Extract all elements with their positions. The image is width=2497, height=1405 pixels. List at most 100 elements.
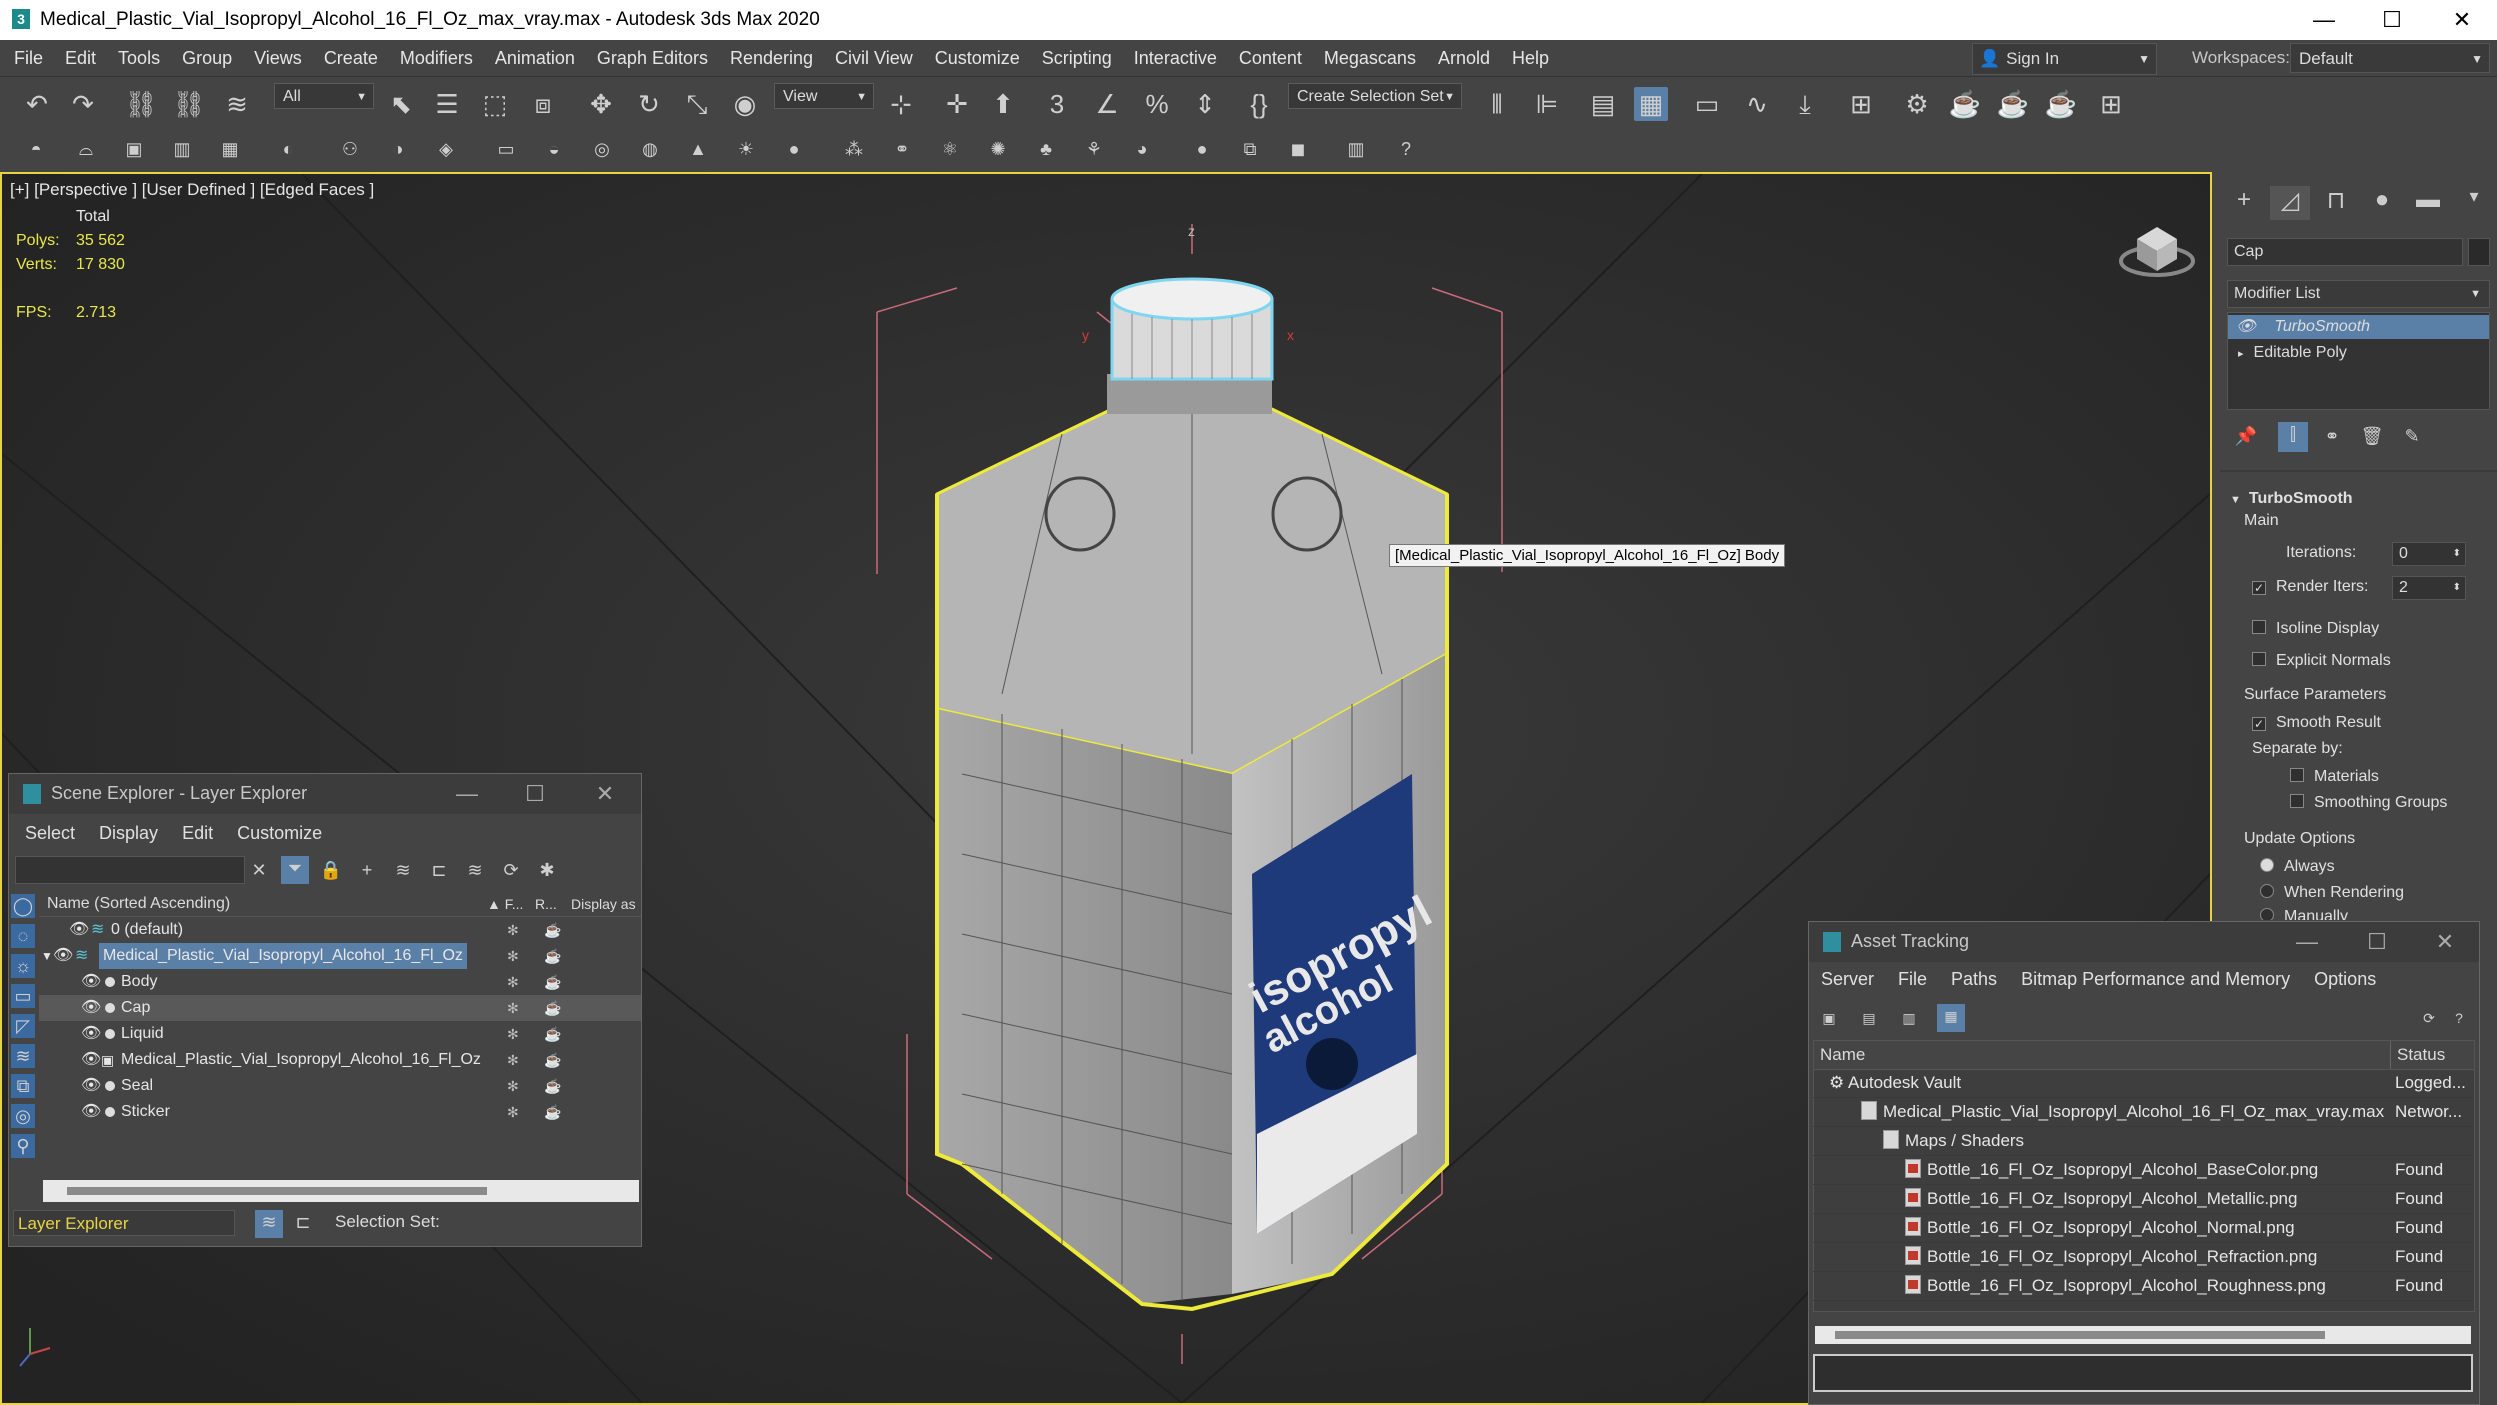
menu-views[interactable]: Views (243, 40, 313, 76)
foliage-icon[interactable]: ♣ (1034, 137, 1058, 161)
menu-edit[interactable]: Edit (54, 40, 107, 76)
asset-row-max-file[interactable]: Medical_Plastic_Vial_Isopropyl_Alcohol_1… (1813, 1098, 2473, 1127)
viewport-label[interactable]: [+] [Perspective ] [User Defined ] [Edge… (10, 180, 374, 200)
object-row-seal[interactable]: 👁 Seal ✻ ☕ (39, 1073, 641, 1099)
display-geometry-icon[interactable]: ◯ (11, 894, 35, 918)
environment-icon[interactable]: ● (1190, 137, 1214, 161)
spinner-snap-icon[interactable]: ⇕ (1188, 87, 1222, 121)
eye-icon[interactable]: 👁 (81, 969, 101, 995)
remove-modifier-icon[interactable]: 🗑 (2360, 424, 2384, 448)
always-radio[interactable]: Always (2260, 858, 2335, 876)
display-groups-icon[interactable]: ⧉ (11, 1074, 35, 1098)
scale-icon[interactable]: ⤡ (680, 87, 714, 121)
checkbox-checked[interactable]: ✓ (2252, 717, 2266, 731)
omni-light-icon[interactable]: ● (782, 137, 806, 161)
freeze-icon[interactable]: ✻ (507, 1021, 519, 1047)
menu-modifiers[interactable]: Modifiers (389, 40, 484, 76)
scrollbar-thumb[interactable] (67, 1187, 487, 1195)
checkbox-unchecked[interactable] (2290, 768, 2304, 782)
layers-icon[interactable]: ≋ (391, 858, 415, 882)
menu-edit[interactable]: Edit (170, 816, 225, 850)
menu-content[interactable]: Content (1228, 40, 1313, 76)
create-helper-icon[interactable]: ◑ (386, 137, 410, 161)
freeze-icon[interactable]: ✻ (507, 969, 519, 995)
batch-render-icon[interactable]: ▥ (1344, 137, 1368, 161)
close-button[interactable]: ✕ (591, 780, 619, 808)
move-icon[interactable]: ✥ (584, 87, 618, 121)
undo-icon[interactable]: ↶ (20, 87, 54, 121)
asset-row-roughness[interactable]: Bottle_16_Fl_Oz_Isopropyl_Alcohol_Roughn… (1813, 1272, 2473, 1301)
manually-radio[interactable]: Manually (2260, 908, 2348, 920)
menu-graph-editors[interactable]: Graph Editors (586, 40, 719, 76)
asset-row-metallic[interactable]: Bottle_16_Fl_Oz_Isopropyl_Alcohol_Metall… (1813, 1185, 2473, 1214)
eye-icon[interactable]: 👁 (69, 917, 89, 943)
clear-search-icon[interactable]: ✕ (247, 858, 271, 882)
close-button[interactable]: ✕ (2430, 0, 2494, 40)
help-icon[interactable]: ? (1394, 137, 1418, 161)
eye-icon[interactable]: 👁 (81, 1099, 101, 1125)
rectangular-selection-icon[interactable]: ⬚ (478, 87, 512, 121)
explicit-normals-checkbox[interactable]: Explicit Normals (2252, 652, 2391, 670)
column-name-header[interactable]: Name (1820, 1041, 1865, 1069)
link-icon[interactable]: ⛓ (124, 87, 158, 121)
create-camera-icon[interactable]: ⚇ (338, 137, 362, 161)
eye-icon[interactable]: 👁 (81, 995, 101, 1021)
freeze-icon[interactable]: ✻ (507, 1099, 519, 1125)
reference-coordinate-dropdown[interactable]: View ▼ (774, 83, 874, 109)
smoothing-groups-checkbox[interactable]: Smoothing Groups (2290, 794, 2447, 812)
create-layer-icon[interactable]: + (355, 858, 379, 882)
toggle-layer-explorer-icon[interactable]: ▦ (1634, 87, 1668, 121)
checkbox-unchecked[interactable] (2252, 652, 2266, 666)
freeze-icon[interactable]: ✻ (507, 1073, 519, 1099)
asset-path-field[interactable] (1813, 1354, 2473, 1392)
cone-primitive-icon[interactable]: ▲ (686, 137, 710, 161)
menu-create[interactable]: Create (313, 40, 389, 76)
dope-sheet-icon[interactable]: ⤓ (1788, 87, 1822, 121)
percent-snap-icon[interactable]: % (1140, 87, 1174, 121)
freeze-icon[interactable]: ✻ (507, 995, 519, 1021)
cloth-icon[interactable]: ◕ (1130, 137, 1154, 161)
dome-primitive-icon[interactable]: ◒ (542, 137, 566, 161)
menu-options[interactable]: Options (2302, 962, 2388, 996)
column-frozen-header[interactable]: ▲ F... (487, 892, 523, 916)
configure-modifier-sets-icon[interactable]: ✎ (2400, 424, 2424, 448)
hierarchy-tab-icon[interactable]: ⊓ (2316, 186, 2356, 220)
display-cameras-icon[interactable]: ▭ (11, 984, 35, 1008)
get-latest-icon[interactable]: ▥ (1897, 1006, 1921, 1030)
material-editor-icon[interactable]: ⚙ (1900, 87, 1934, 121)
physics-icon[interactable]: ⚛ (938, 137, 962, 161)
teapot-icon[interactable]: ☕ (544, 943, 561, 969)
create-grid-icon[interactable]: ▦ (218, 137, 242, 161)
align-icon[interactable]: ⊫ (1530, 87, 1564, 121)
ribbon-icon[interactable]: ▭ (1690, 87, 1724, 121)
object-row-liquid[interactable]: 👁 Liquid ✻ ☕ (39, 1021, 641, 1047)
asset-row-maps-folder[interactable]: Maps / Shaders (1813, 1127, 2473, 1156)
object-row-body[interactable]: 👁 Body ✻ ☕ (39, 969, 641, 995)
fluid-icon[interactable]: ✺ (986, 137, 1010, 161)
horizontal-scrollbar[interactable] (1815, 1326, 2471, 1344)
layer-explorer-toggle-icon[interactable]: ≋ (255, 1210, 283, 1238)
toggle-scene-explorer-icon[interactable]: ▤ (1586, 87, 1620, 121)
scene-search-input[interactable] (15, 856, 245, 884)
display-lights-icon[interactable]: ☼ (11, 954, 35, 978)
table-view-icon[interactable]: ▦ (1937, 1004, 1965, 1032)
create-plane-icon[interactable]: ◓ (24, 137, 48, 161)
workspace-select[interactable]: Default ▼ (2290, 43, 2490, 73)
freeze-icon[interactable]: ✻ (507, 1047, 519, 1073)
modifier-stack-item[interactable]: 👁 TurboSmooth (2228, 315, 2489, 339)
scrollbar-thumb[interactable] (1835, 1331, 2325, 1339)
particle-icon[interactable]: ⁂ (842, 137, 866, 161)
filter-icon[interactable]: ⏷ (281, 856, 309, 884)
maximize-button[interactable]: ☐ (2363, 928, 2391, 956)
create-cylinder-icon[interactable]: ▥ (170, 137, 194, 161)
display-xrefs-icon[interactable]: ◎ (11, 1104, 35, 1128)
motion-tab-icon[interactable]: ● (2362, 186, 2402, 220)
eye-icon[interactable]: 👁 (81, 1021, 101, 1047)
smooth-result-checkbox[interactable]: ✓ Smooth Result (2252, 714, 2381, 732)
menu-rendering[interactable]: Rendering (719, 40, 824, 76)
keyboard-shortcut-icon[interactable]: ⬆ (986, 87, 1020, 121)
display-helpers-icon[interactable]: ◸ (11, 1014, 35, 1038)
box-primitive-icon[interactable]: ▭ (494, 137, 518, 161)
expand-arrow-icon[interactable]: ▸ (2238, 348, 2244, 360)
create-spacewarp-icon[interactable]: ◈ (434, 137, 458, 161)
